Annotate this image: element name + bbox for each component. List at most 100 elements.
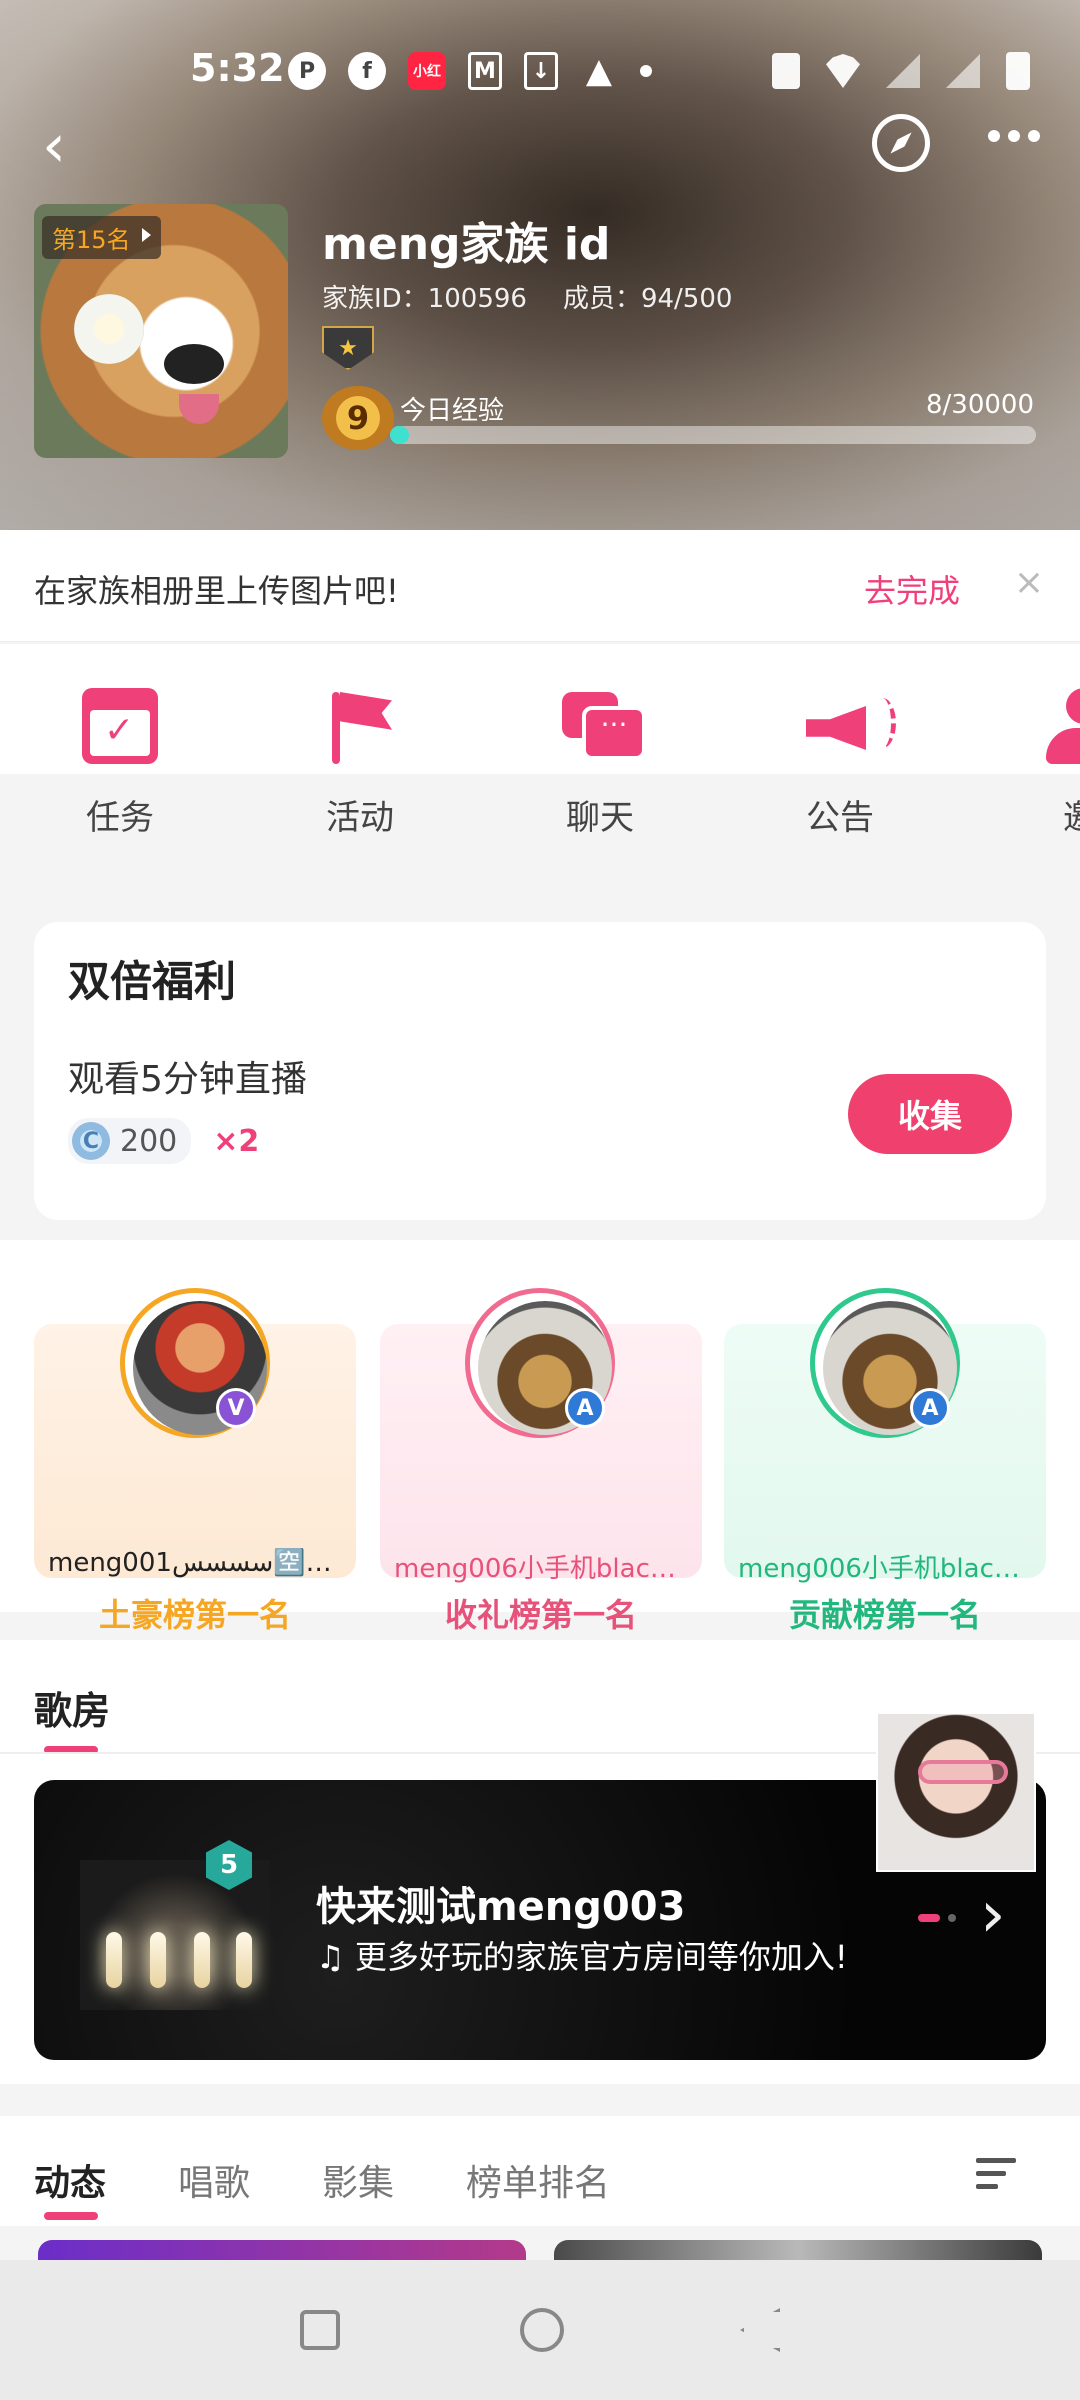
exp-progress-fill [390, 426, 410, 444]
user-icon [1042, 688, 1080, 764]
system-nav-bar [0, 2260, 1080, 2400]
top-nav: ‹ [0, 110, 1080, 190]
sort-line [976, 2171, 1006, 2176]
dog-tongue [179, 394, 219, 424]
battery-icon [1006, 52, 1030, 90]
home-button[interactable] [520, 2308, 564, 2352]
dot-active [918, 1914, 940, 1922]
warning-icon: ▲ [585, 51, 613, 91]
shortcut-label: 邀 [990, 790, 1080, 839]
more-notifications-icon [640, 65, 652, 77]
vibrate-icon [772, 53, 800, 89]
lamp-decoration [150, 1932, 166, 1988]
lamp-decoration [236, 1932, 252, 1988]
app-notification-icon: P [288, 52, 326, 90]
download-icon: ↓ [524, 52, 558, 90]
family-avatar[interactable]: 第15名 [34, 204, 288, 458]
wifi-icon [826, 54, 860, 88]
shortcut-announcement[interactable]: 公告 [750, 688, 930, 839]
family-members: 成员：94/500 [562, 284, 733, 314]
family-level-icon: 9 [322, 386, 394, 450]
coin-icon: C [72, 1122, 110, 1160]
system-icons [772, 52, 1030, 90]
leader-name: meng001ﺳﺴﺴﺲ🈳❎... [48, 1548, 356, 1578]
more-button[interactable] [988, 130, 1040, 142]
sort-line [976, 2184, 998, 2189]
back-nav-button[interactable] [740, 2308, 780, 2352]
leader-name: meng006小手机black... [738, 1554, 1034, 1584]
shortcut-invite[interactable]: 邀 [990, 688, 1080, 839]
leader-title: 收礼榜第一名 [444, 1596, 637, 1634]
benefit-title: 双倍福利 [68, 957, 237, 1006]
dog-nose [164, 344, 224, 384]
chevron-right-icon[interactable]: › [980, 1878, 1006, 1952]
signal-2-icon [946, 54, 980, 88]
reward-multiplier: ×2 [213, 1123, 260, 1159]
leader-title: 土豪榜第一名 [98, 1596, 291, 1634]
room-name: 快来测试meng003 [316, 1884, 686, 1930]
glasses-decoration [918, 1760, 1008, 1784]
exp-label: 今日经验 [400, 396, 505, 426]
dot-inactive [948, 1914, 956, 1922]
compass-button[interactable] [872, 114, 930, 172]
coin-pill: C 200 [68, 1118, 192, 1164]
shortcut-label: 公告 [806, 798, 874, 838]
dot-icon [988, 130, 1000, 142]
upload-tip-bar: 在家族相册里上传图片吧! 去完成 × [0, 530, 1080, 642]
vip-badge-icon: V [216, 1388, 256, 1428]
benefit-reward: C 200 ×2 [68, 1118, 259, 1164]
level-badge-icon: A [910, 1388, 950, 1428]
tab-indicator [44, 2212, 98, 2220]
tab-album[interactable]: 影集 [322, 2154, 394, 2206]
tab-sing[interactable]: 唱歌 [178, 2154, 250, 2206]
family-name: meng家族 id [322, 219, 611, 270]
shortcut-task[interactable]: 任务 [30, 688, 210, 839]
recents-button[interactable] [300, 2310, 340, 2350]
level-badge-icon: A [565, 1388, 605, 1428]
chat-bubbles-icon [562, 688, 646, 764]
calendar-check-icon [82, 688, 158, 764]
exp-value: 8/30000 [925, 390, 1034, 420]
leader-name: meng006小手机black... [394, 1554, 690, 1584]
exp-progress-bar [390, 426, 1036, 444]
shortcut-activity[interactable]: 活动 [270, 688, 450, 839]
dot-icon [1028, 130, 1040, 142]
family-id: 家族ID：100596 [322, 284, 527, 314]
status-time: 5:32 [190, 46, 285, 90]
notification-icons: P f 小红 M ↓ ▲ [288, 51, 652, 91]
sort-icon[interactable] [976, 2158, 1026, 2194]
shortcut-label: 任务 [86, 798, 154, 838]
shortcut-label: 聊天 [566, 798, 634, 838]
flower-decoration [74, 294, 144, 364]
shortcut-chat[interactable]: 聊天 [510, 688, 690, 839]
megaphone-icon [802, 688, 896, 764]
family-meta: 家族ID：100596 成员：94/500 [322, 278, 732, 315]
benefit-task: 观看5分钟直播 [68, 1059, 307, 1100]
floating-promo[interactable] [876, 1712, 1036, 1872]
status-bar: 5:32 P f 小红 M ↓ ▲ [0, 40, 1080, 100]
gmail-icon: M [468, 52, 502, 90]
leader-title: 贡献榜第一名 [788, 1596, 981, 1634]
back-button[interactable]: ‹ [42, 116, 92, 176]
close-icon[interactable]: × [1014, 562, 1044, 603]
lamp-decoration [106, 1932, 122, 1988]
double-benefit-card: 双倍福利 观看5分钟直播 C 200 ×2 收集 [34, 922, 1046, 1220]
compass-icon [887, 129, 915, 157]
go-complete-link[interactable]: 去完成 [864, 566, 960, 612]
lamp-decoration [194, 1932, 210, 1988]
flag-icon [322, 688, 398, 764]
rank-badge[interactable]: 第15名 [42, 216, 161, 259]
tab-ranking[interactable]: 榜单排名 [466, 2154, 610, 2206]
collect-button[interactable]: 收集 [848, 1074, 1012, 1154]
shortcut-row: 任务 活动 聊天 公告 邀 [0, 644, 1080, 874]
coin-amount: 200 [120, 1123, 178, 1159]
room-description: ♫ 更多好玩的家族官方房间等你加入! [316, 1938, 848, 1976]
upload-tip-text: 在家族相册里上传图片吧! [34, 572, 399, 610]
content-tabs: 动态 唱歌 影集 榜单排名 [0, 2116, 1080, 2226]
carousel-dots [918, 1914, 956, 1922]
sort-line [976, 2158, 1016, 2163]
section-title: 歌房 [34, 1689, 111, 1733]
leaderboard-section: meng001ﺳﺴﺴﺲ🈳❎... 土豪榜第一名 meng006小手机black.… [0, 1240, 1080, 1634]
tab-feed[interactable]: 动态 [34, 2154, 106, 2206]
xiaohongshu-icon: 小红 [408, 52, 446, 90]
